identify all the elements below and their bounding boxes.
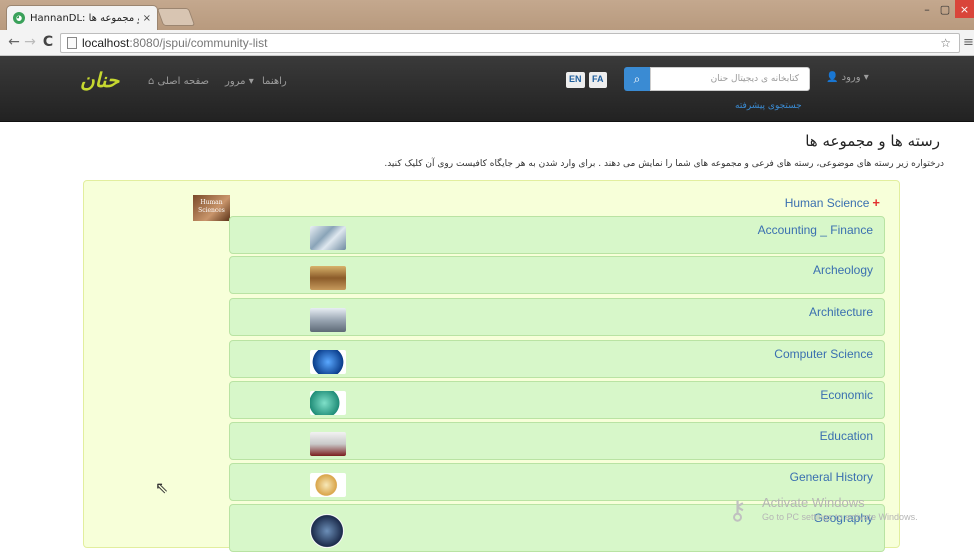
community-title[interactable]: Human Science + bbox=[620, 195, 880, 210]
site-favicon-icon: ◕ bbox=[13, 12, 25, 24]
subcommunity-item[interactable]: Education bbox=[229, 422, 885, 460]
advanced-search-link[interactable]: جستجوی پیشرفته bbox=[735, 101, 802, 111]
subcommunity-item[interactable]: Accounting _ Finance bbox=[229, 216, 885, 254]
subcommunity-item[interactable]: Computer Science bbox=[229, 340, 885, 378]
subcommunity-thumbnail[interactable] bbox=[310, 432, 346, 456]
subcommunity-thumbnail[interactable] bbox=[310, 473, 346, 497]
search-button[interactable]: ⌕ bbox=[624, 67, 650, 91]
tab-title: HannanDL: رسته ها و مجموعه ها bbox=[30, 12, 139, 24]
subcommunity-thumbnail[interactable] bbox=[310, 266, 346, 290]
mouse-cursor-icon: ⇖ bbox=[155, 478, 169, 497]
community-logo[interactable]: Human Sciences bbox=[193, 195, 230, 221]
subcommunity-thumbnail[interactable] bbox=[310, 308, 346, 332]
subcommunity-item[interactable]: Archeology bbox=[229, 256, 885, 294]
subcommunity-link[interactable]: Computer Science bbox=[774, 347, 873, 361]
subcommunity-thumbnail[interactable] bbox=[310, 350, 346, 374]
nav-home-link[interactable]: ⌂ صفحه اصلی bbox=[148, 76, 209, 87]
subcommunity-link[interactable]: Accounting _ Finance bbox=[758, 223, 873, 237]
menu-icon[interactable]: ≡ bbox=[963, 35, 974, 50]
window-maximize-button[interactable]: ▢ bbox=[936, 0, 954, 18]
bookmark-star-icon[interactable]: ☆ bbox=[940, 36, 951, 50]
site-logo[interactable]: حنان bbox=[80, 68, 119, 92]
browser-toolbar: ← → C localhost:8080/jspui/community-lis… bbox=[0, 30, 974, 56]
page-description: درختواره زیر رسته های موضوعی، رسته های ف… bbox=[384, 159, 944, 169]
key-icon: ⚷ bbox=[728, 495, 748, 525]
subcommunity-link[interactable]: Economic bbox=[820, 388, 873, 402]
search-input[interactable]: کتابخانه ی دیجیتال حنان bbox=[650, 67, 810, 91]
tab-close-icon[interactable]: × bbox=[143, 13, 151, 24]
login-dropdown[interactable]: 👤 ورود ▾ bbox=[826, 72, 869, 83]
subcommunity-thumbnail[interactable] bbox=[310, 226, 346, 250]
subcommunity-item[interactable]: Economic bbox=[229, 381, 885, 419]
nav-browse-dropdown[interactable]: مرور ▾ bbox=[225, 76, 254, 87]
subcommunity-item[interactable]: Architecture bbox=[229, 298, 885, 336]
browser-titlebar: ◕ HannanDL: رسته ها و مجموعه ها × – ▢ × bbox=[0, 0, 974, 30]
back-arrow-icon[interactable]: ← bbox=[6, 34, 22, 50]
site-navbar: حنان ⌂ صفحه اصلی مرور ▾ راهنما EN FA ⌕ ک… bbox=[0, 56, 974, 122]
browser-tab[interactable]: ◕ HannanDL: رسته ها و مجموعه ها × bbox=[6, 5, 158, 30]
address-bar[interactable]: localhost:8080/jspui/community-list ☆ bbox=[60, 33, 960, 53]
forward-arrow-icon[interactable]: → bbox=[22, 34, 38, 50]
new-tab-button[interactable] bbox=[156, 8, 196, 26]
reload-icon[interactable]: C bbox=[40, 34, 56, 50]
page-title: رسته ها و مجموعه ها bbox=[805, 132, 940, 150]
window-minimize-button[interactable]: – bbox=[918, 0, 936, 18]
language-fa-button[interactable]: FA bbox=[589, 72, 607, 88]
expand-plus-icon[interactable]: + bbox=[872, 195, 880, 210]
window-close-button[interactable]: × bbox=[955, 0, 974, 18]
search-icon: ⌕ bbox=[633, 71, 641, 86]
subcommunity-link[interactable]: Archeology bbox=[813, 263, 873, 277]
nav-help-link[interactable]: راهنما bbox=[262, 76, 287, 87]
url-text: localhost:8080/jspui/community-list bbox=[82, 36, 268, 50]
subcommunity-link[interactable]: Education bbox=[820, 429, 873, 443]
subcommunity-thumbnail[interactable] bbox=[310, 514, 344, 548]
language-en-button[interactable]: EN bbox=[566, 72, 585, 88]
subcommunity-link[interactable]: General History bbox=[790, 470, 873, 484]
subcommunity-link[interactable]: Architecture bbox=[809, 305, 873, 319]
page-icon bbox=[67, 37, 77, 49]
subcommunity-thumbnail[interactable] bbox=[310, 391, 346, 415]
activate-windows-watermark: ⚷ Activate Windows Go to PC settings to … bbox=[728, 495, 918, 525]
